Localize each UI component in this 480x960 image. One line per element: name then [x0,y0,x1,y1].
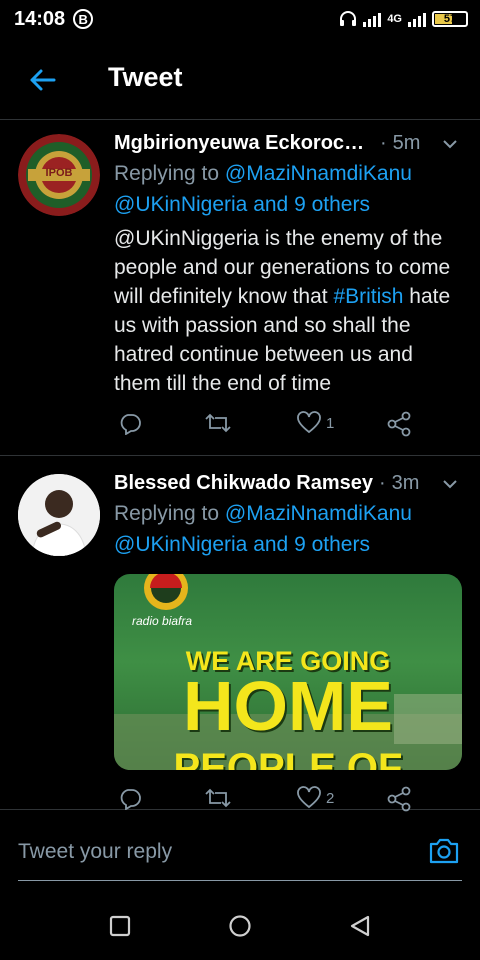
reply-button[interactable] [118,786,142,810]
clock: 14:08 [14,7,66,30]
mention-link[interactable]: @MaziNnamdiKanu [225,502,412,525]
mention-link[interactable]: @UKinNigeria and 9 others [114,193,370,216]
headphones-icon [340,11,357,26]
heart-icon [297,411,321,434]
tweet-header: Blessed Chikwado Ramsey · 3m [114,472,462,495]
back-icon[interactable] [348,914,372,938]
home-icon[interactable] [228,914,252,938]
back-arrow-icon[interactable] [26,64,58,96]
tweet-text: @UKinNiggeria is the enemy of the people… [114,224,464,398]
tweet-1[interactable]: IPOB Mgbirionyeuwa Eckorock ... · 5m Rep… [0,120,480,456]
app-header: Tweet [0,38,480,120]
reply-input[interactable]: Tweet your reply [18,840,172,864]
reply-prefix: Replying to [114,162,220,185]
tweet-time: 3m [391,472,420,494]
separator-dot: · [379,472,386,494]
user-photo-icon [18,474,100,556]
signal-icon [363,11,382,27]
status-right: 4G 57 [339,10,468,28]
reply-icon [120,414,141,435]
tweet-actions: 2 [114,786,414,816]
tweet-header: Mgbirionyeuwa Eckorock ... · 5m [114,132,462,155]
media-headline-2: HOME [183,667,393,745]
media-logo-text: radio biafra [132,614,193,628]
reply-icon [120,789,141,810]
avatar[interactable]: IPOB [18,134,100,216]
mention-link[interactable]: @MaziNnamdiKanu [225,162,412,185]
avatar-text: IPOB [45,167,73,179]
share-button[interactable] [386,411,412,437]
reply-context: Replying to @MaziNnamdiKanu @UKinNigeria… [114,498,462,560]
tweet-time: 5m [392,132,421,154]
share-icon [387,786,411,812]
tweet-media-image[interactable]: radio biafra WE ARE GOING HOME PEOPLE OF [114,574,462,770]
like-button[interactable]: 1 [296,411,334,435]
mention-link[interactable]: @UKinNigeria and 9 others [114,533,370,556]
avatar[interactable] [18,474,100,556]
battery-icon: 57 [432,11,468,27]
page-title: Tweet [108,62,183,92]
reply-button[interactable] [118,411,142,435]
like-count: 2 [326,789,335,807]
retweet-button[interactable] [204,786,232,810]
reply-context: Replying to @MaziNnamdiKanu @UKinNigeria… [114,158,462,220]
separator-dot: · [380,132,387,154]
retweet-icon [205,413,231,433]
tweet-2[interactable]: Blessed Chikwado Ramsey · 3m Replying to… [0,456,480,812]
like-button[interactable]: 2 [296,786,334,810]
retweet-button[interactable] [204,411,232,435]
app-notification-icon: B [73,9,94,29]
tweet-actions: 1 [114,411,414,441]
retweet-icon [205,788,231,808]
reply-composer[interactable]: Tweet your reply [18,832,462,881]
author-name[interactable]: Mgbirionyeuwa Eckorock ... [114,132,374,155]
author-name[interactable]: Blessed Chikwado Ramsey [114,472,373,495]
heart-icon [297,786,321,809]
media-headline-3: PEOPLE OF [173,746,403,770]
status-bar: 14:08 B 4G 57 [0,0,480,38]
recent-apps-icon[interactable] [108,914,132,938]
battery-percent: 57 [443,13,457,25]
like-count: 1 [326,414,335,432]
reply-prefix: Replying to [114,502,220,525]
hashtag-link[interactable]: #British [333,285,403,308]
network-type: 4G [387,13,402,25]
chevron-down-icon[interactable] [440,134,460,154]
camera-icon[interactable] [428,834,460,866]
status-left: 14:08 B [14,7,94,31]
share-icon [387,411,411,437]
signal-icon-2 [408,11,426,27]
share-button[interactable] [386,786,412,812]
chevron-down-icon[interactable] [440,474,460,494]
system-nav-bar [0,890,480,960]
